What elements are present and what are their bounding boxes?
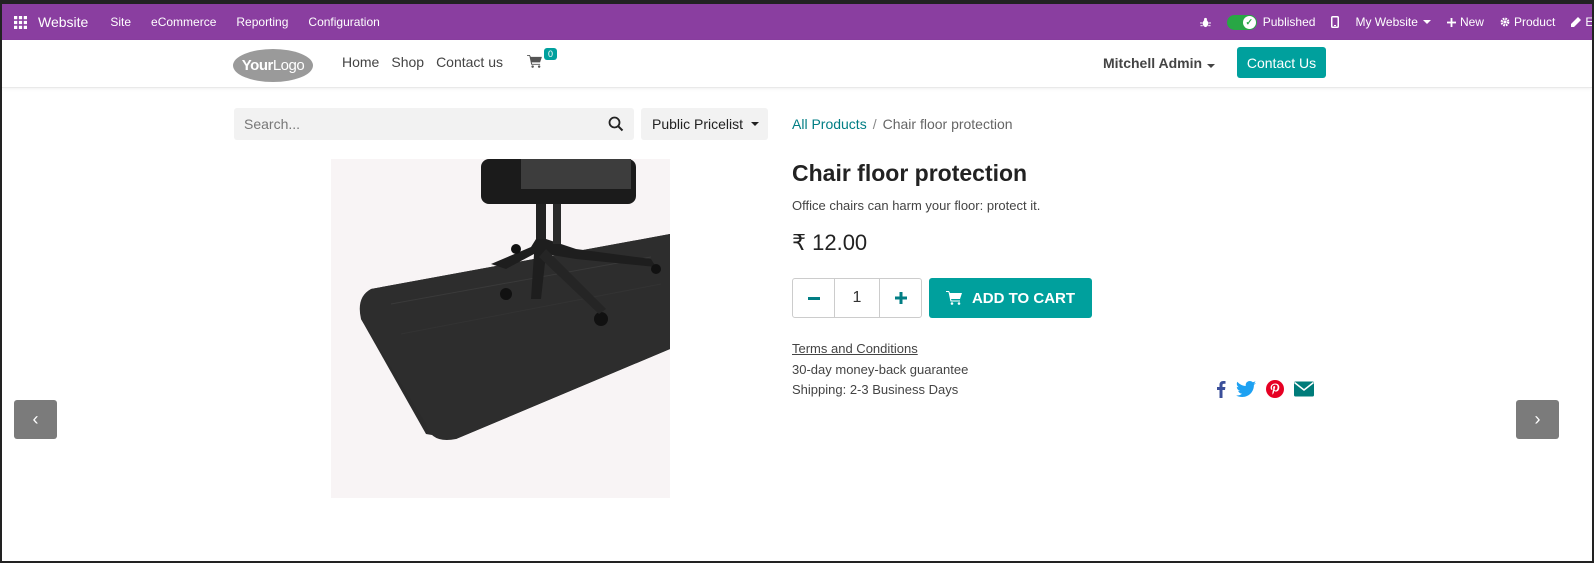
menu-reporting[interactable]: Reporting [236,15,288,29]
check-icon: ✓ [1242,15,1256,29]
pricelist-label: Public Pricelist [652,116,744,132]
user-menu[interactable]: Mitchell Admin [1103,55,1216,71]
new-label: New [1459,15,1484,29]
cart-icon [527,55,542,68]
site-header: Your Logo Home Shop Contact us 0 Mitchell… [2,40,1592,88]
add-to-cart-label: ADD TO CART [971,289,1076,307]
logo-text: Logo [272,57,305,74]
main-nav: Home Shop Contact us [342,54,515,70]
quantity-stepper: 1 [792,278,922,318]
published-toggle[interactable]: ✓ Published [1226,14,1316,30]
shipping-text: Shipping: 2-3 Business Days [792,382,959,397]
admin-bar-actions: ✓ Published My Website New Product Edit [1184,4,1592,40]
user-name: Mitchell Admin [1103,55,1203,71]
nav-home[interactable]: Home [342,54,379,70]
logo-text-bold: Your [241,57,274,74]
nav-contact-us[interactable]: Contact us [436,54,503,70]
product-price: ₹ 12.00 [792,230,868,255]
pinterest-icon [1266,380,1284,398]
carousel-prev-button[interactable]: ‹ [14,400,57,439]
twitter-share[interactable] [1236,380,1256,398]
cart-icon [945,291,962,305]
search-box [234,108,634,140]
edit-button[interactable]: Edit [1571,15,1594,29]
terms-link[interactable]: Terms and Conditions [792,341,918,356]
cart-count-badge: 0 [544,48,558,60]
pencil-icon [1571,17,1582,27]
caret-down-icon [751,122,760,126]
twitter-icon [1236,381,1256,397]
mobile-icon [1331,16,1340,28]
browser-frame: Website Site eCommerce Reporting Configu… [0,0,1594,563]
product-title: Chair floor protection [792,160,1028,186]
plus-icon [894,292,907,304]
new-button[interactable]: New [1446,15,1484,29]
product-image [331,159,670,498]
plus-icon [1446,17,1456,27]
menu-configuration[interactable]: Configuration [308,15,379,29]
email-share[interactable] [1294,380,1314,398]
guarantee-text: 30-day money-back guarantee [792,362,969,377]
mobile-preview-button[interactable] [1331,16,1340,28]
my-website-label: My Website [1355,15,1418,29]
cart-link[interactable]: 0 [527,48,558,71]
apps-icon [13,15,27,29]
share-links [1216,380,1324,398]
pinterest-share[interactable] [1266,380,1284,398]
debug-button[interactable] [1199,17,1211,28]
product-button[interactable]: Product [1500,15,1555,29]
quantity-input[interactable]: 1 [834,279,880,317]
nav-shop[interactable]: Shop [391,54,424,70]
toggle-switch[interactable]: ✓ [1226,14,1257,30]
facebook-icon [1217,381,1226,398]
quantity-decrease-button[interactable] [793,279,834,317]
site-logo[interactable]: Your Logo [233,49,313,82]
menu-site[interactable]: Site [110,15,131,29]
gear-icon [1500,17,1510,27]
breadcrumb-all-products[interactable]: All Products [792,116,867,132]
minus-icon [807,296,820,300]
breadcrumb: All Products / Chair floor protection [792,116,1013,132]
product-description: Office chairs can harm your floor: prote… [792,198,1041,213]
caret-down-icon [1207,64,1216,68]
pricelist-dropdown[interactable]: Public Pricelist [641,108,768,140]
chair-mat-illustration [359,159,670,440]
bug-icon [1199,17,1211,27]
caret-down-icon [1422,20,1431,24]
app-brand[interactable]: Website [38,14,88,30]
edit-label: Edit [1585,15,1594,29]
contact-us-button[interactable]: Contact Us [1237,47,1326,78]
breadcrumb-separator: / [872,116,877,132]
search-input[interactable] [244,116,594,132]
published-label: Published [1262,15,1316,29]
quantity-increase-button[interactable] [880,279,921,317]
menu-ecommerce[interactable]: eCommerce [151,15,216,29]
breadcrumb-current: Chair floor protection [882,116,1013,132]
email-icon [1294,381,1314,397]
carousel-next-button[interactable]: › [1516,400,1559,439]
facebook-share[interactable] [1216,380,1226,398]
admin-bar: Website Site eCommerce Reporting Configu… [2,4,1592,40]
add-to-cart-button[interactable]: ADD TO CART [929,278,1092,318]
product-label: Product [1513,15,1556,29]
search-icon[interactable] [608,116,624,132]
apps-menu-button[interactable] [2,4,38,40]
my-website-dropdown[interactable]: My Website [1355,15,1431,29]
